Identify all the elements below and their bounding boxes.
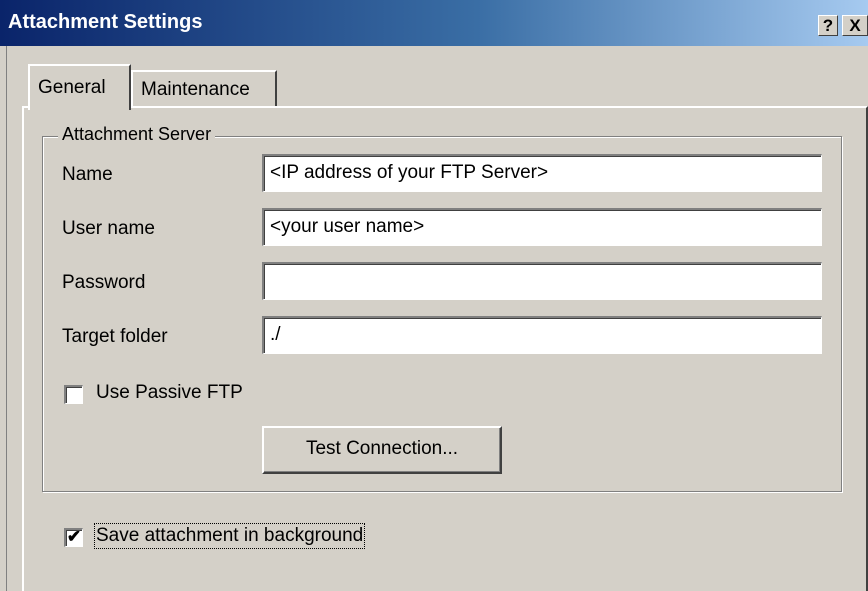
close-button[interactable]: X bbox=[842, 15, 868, 36]
title-bar: Attachment Settings ? X bbox=[0, 0, 868, 46]
passive-ftp-label[interactable]: Use Passive FTP bbox=[96, 382, 243, 404]
user-name-label: User name bbox=[62, 218, 155, 239]
user-name-field[interactable]: <your user name> bbox=[262, 208, 822, 246]
save-background-checkbox[interactable]: ✔ bbox=[64, 528, 83, 547]
test-connection-button[interactable]: Test Connection... bbox=[262, 426, 502, 474]
target-folder-label: Target folder bbox=[62, 326, 168, 347]
window-title: Attachment Settings bbox=[8, 11, 203, 33]
help-button[interactable]: ? bbox=[818, 15, 838, 36]
password-field[interactable] bbox=[262, 262, 822, 300]
target-folder-field[interactable]: ./ bbox=[262, 316, 822, 354]
name-field[interactable]: <IP address of your FTP Server> bbox=[262, 154, 822, 192]
name-label: Name bbox=[62, 164, 113, 185]
passive-ftp-checkbox[interactable] bbox=[64, 385, 83, 404]
password-label: Password bbox=[62, 272, 146, 293]
group-legend: Attachment Server bbox=[58, 124, 216, 145]
save-background-label[interactable]: Save attachment in background bbox=[93, 523, 366, 549]
tab-maintenance[interactable]: Maintenance bbox=[131, 70, 277, 108]
tab-general[interactable]: General bbox=[28, 64, 131, 110]
